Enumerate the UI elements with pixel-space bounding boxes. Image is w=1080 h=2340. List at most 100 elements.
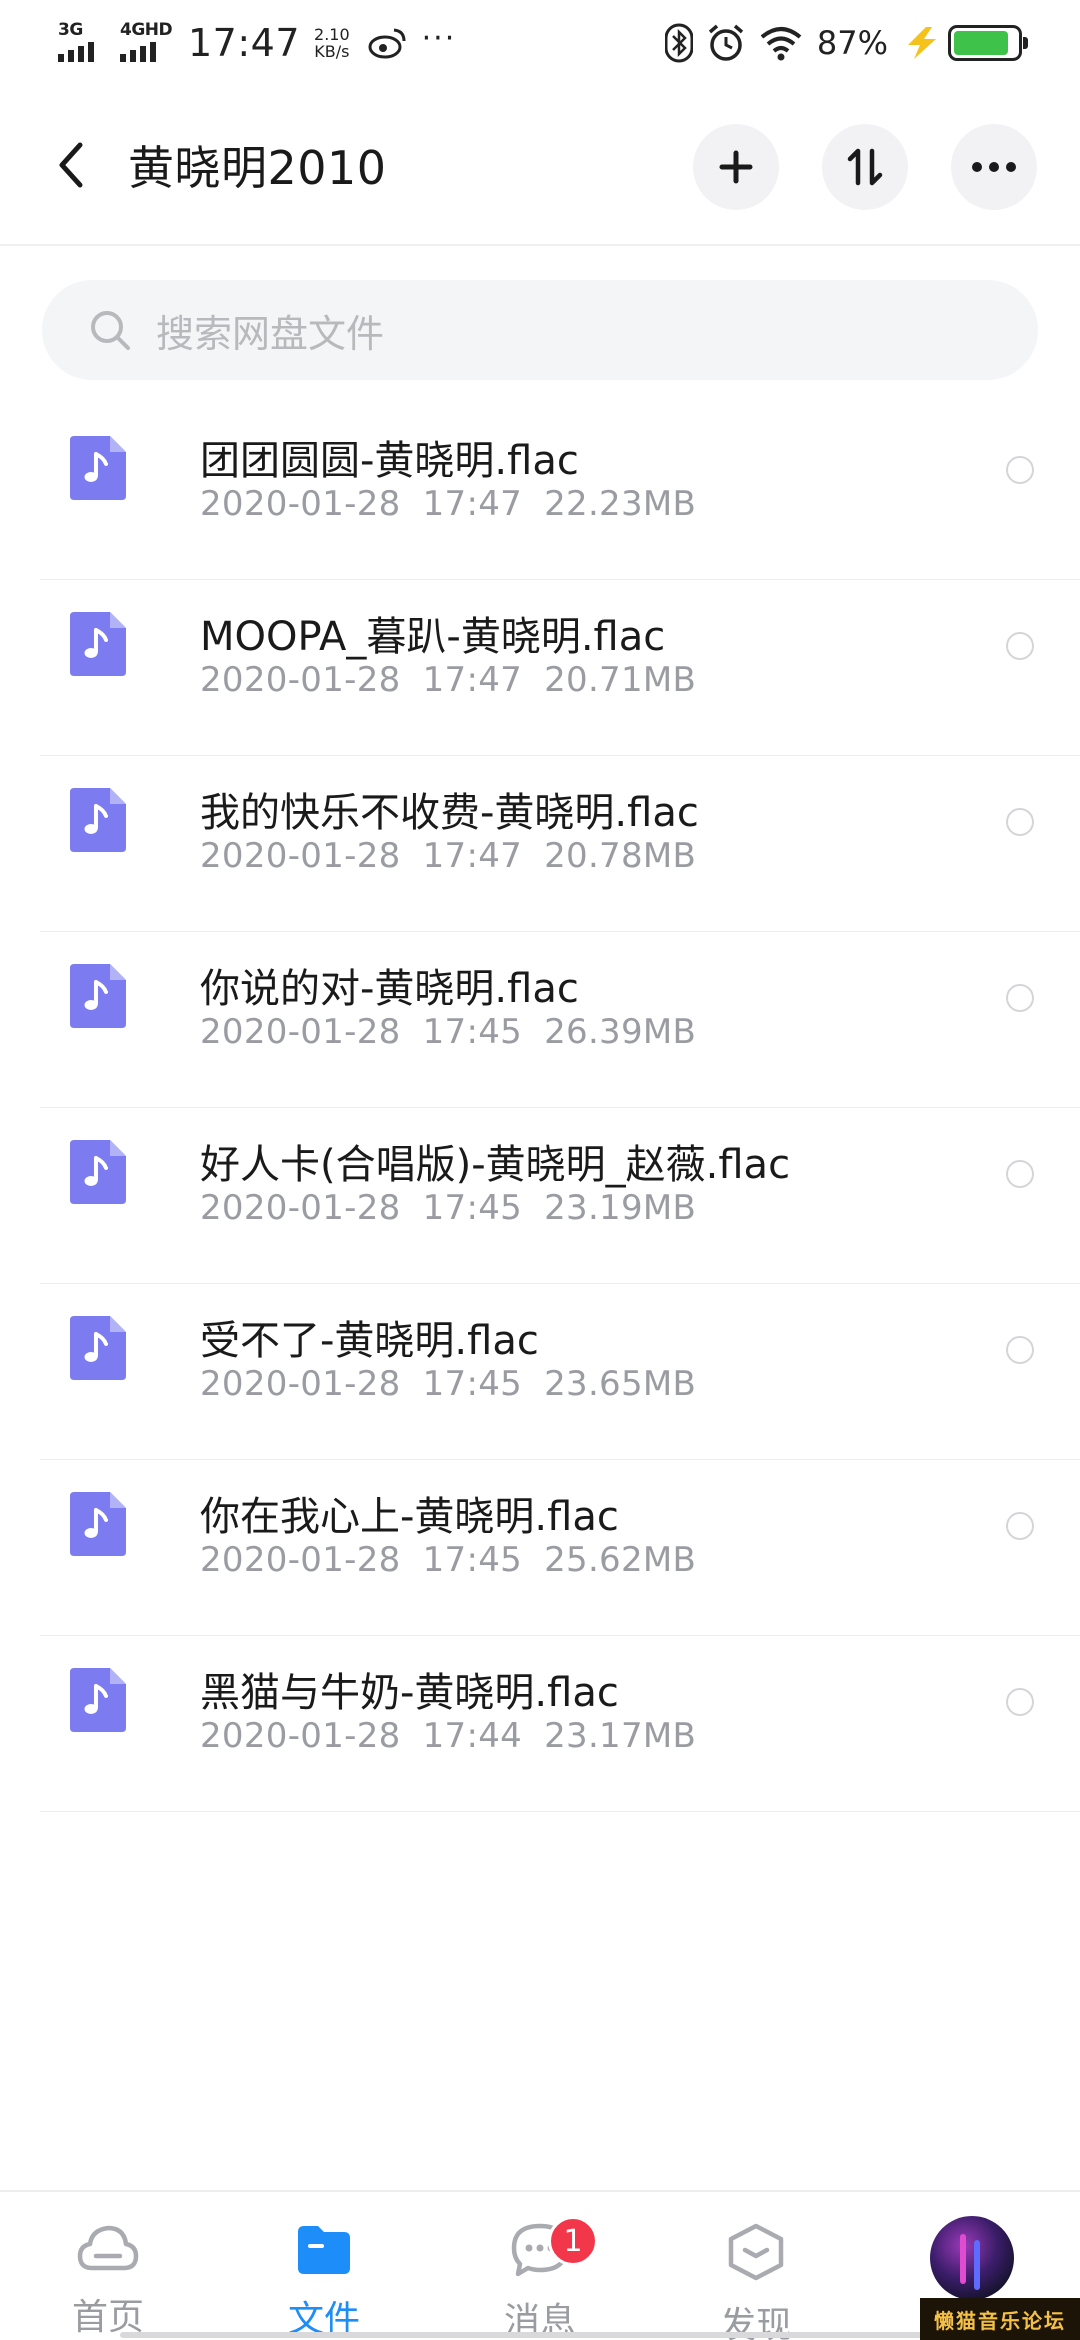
select-checkbox[interactable] (1006, 456, 1034, 484)
file-meta: 2020-01-28 17:47 22.23MB (200, 484, 718, 524)
file-row[interactable]: 团团圆圆-黄晓明.flac 2020-01-28 17:47 22.23MB (40, 404, 1080, 580)
file-name: 黑猫与牛奶-黄晓明.flac (200, 1670, 619, 1716)
speed-value: 2.10 (314, 25, 350, 44)
search-icon (91, 311, 130, 350)
file-row[interactable]: 黑猫与牛奶-黄晓明.flac 2020-01-28 17:44 23.17MB (40, 1636, 1080, 1812)
select-checkbox[interactable] (1006, 808, 1034, 836)
music-file-icon (70, 612, 126, 676)
file-name: 你说的对-黄晓明.flac (200, 966, 579, 1012)
unread-badge: 1 (548, 2216, 598, 2266)
file-row[interactable]: 受不了-黄晓明.flac 2020-01-28 17:45 23.65MB (40, 1284, 1080, 1460)
status-left: 3G 4GHD 17:47 2.10 KB/s ··· (58, 18, 456, 68)
file-name: 你在我心上-黄晓明.flac (200, 1494, 619, 1540)
tab-home[interactable]: 首页 (38, 2222, 178, 2340)
select-checkbox[interactable] (1006, 1688, 1034, 1716)
file-row[interactable]: MOOPA_暮趴-黄晓明.flac 2020-01-28 17:47 20.71MB (40, 580, 1080, 756)
back-button[interactable] (46, 134, 96, 196)
alarm-icon (708, 24, 744, 61)
more-icon (972, 162, 1016, 172)
tab-files[interactable]: 文件 (254, 2222, 394, 2340)
music-file-icon (70, 1316, 126, 1380)
file-meta: 2020-01-28 17:47 20.71MB (200, 660, 718, 700)
add-button[interactable] (693, 124, 779, 210)
file-date: 2020-01-28 (200, 1188, 401, 1228)
select-checkbox[interactable] (1006, 632, 1034, 660)
file-browser-screen: 3G 4GHD 17:47 2.10 KB/s ··· 87% 黄晓明2010 … (0, 0, 1080, 2340)
file-date: 2020-01-28 (200, 1012, 401, 1052)
file-name: 团团圆圆-黄晓明.flac (200, 438, 579, 484)
file-name: 我的快乐不收费-黄晓明.flac (200, 790, 699, 836)
status-right: 87% (651, 18, 1028, 68)
add-icon (719, 150, 753, 184)
file-date: 2020-01-28 (200, 1364, 401, 1404)
forum-watermark: 懒猫音乐论坛 (920, 2298, 1080, 2340)
top-app-bar: 黄晓明2010 (0, 90, 1080, 246)
network-speed: 2.10 KB/s (314, 26, 350, 60)
charging-icon (908, 27, 936, 59)
file-size: 23.65MB (544, 1364, 697, 1404)
file-time: 17:47 (422, 484, 523, 524)
file-meta: 2020-01-28 17:47 20.78MB (200, 836, 718, 876)
select-checkbox[interactable] (1006, 1160, 1034, 1188)
music-file-icon (70, 1668, 126, 1732)
file-size: 20.78MB (544, 836, 697, 876)
file-meta: 2020-01-28 17:45 26.39MB (200, 1012, 718, 1052)
music-file-icon (70, 1140, 126, 1204)
signal-3g-icon: 3G (58, 20, 110, 66)
tab-messages[interactable]: 1 消息 (470, 2216, 610, 2340)
file-date: 2020-01-28 (200, 836, 401, 876)
search-input[interactable]: 搜索网盘文件 (42, 280, 1038, 380)
clock: 17:47 (188, 21, 301, 65)
select-checkbox[interactable] (1006, 1512, 1034, 1540)
file-meta: 2020-01-28 17:45 25.62MB (200, 1540, 718, 1580)
music-file-icon (70, 964, 126, 1028)
music-file-icon (70, 436, 126, 500)
file-row[interactable]: 好人卡(合唱版)-黄晓明_赵薇.flac 2020-01-28 17:45 23.1… (40, 1108, 1080, 1284)
file-size: 25.62MB (544, 1540, 697, 1580)
home-indicator (120, 2332, 960, 2338)
battery-icon (948, 25, 1028, 61)
cloud-icon (77, 2225, 139, 2271)
select-checkbox[interactable] (1006, 984, 1034, 1012)
notification-more-icon: ··· (421, 20, 457, 56)
status-bar: 3G 4GHD 17:47 2.10 KB/s ··· 87% (0, 0, 1080, 90)
file-row[interactable]: 你说的对-黄晓明.flac 2020-01-28 17:45 26.39MB (40, 932, 1080, 1108)
search-placeholder: 搜索网盘文件 (156, 311, 385, 356)
bottom-tab-bar: 首页 文件 1 消息 发现 懒猫音乐论坛 (0, 2190, 1080, 2340)
speed-unit: KB/s (314, 42, 350, 61)
file-time: 17:45 (422, 1012, 523, 1052)
avatar[interactable] (930, 2216, 1014, 2300)
select-checkbox[interactable] (1006, 1336, 1034, 1364)
file-size: 23.17MB (544, 1716, 697, 1756)
file-time: 17:47 (422, 660, 523, 700)
music-file-icon (70, 788, 126, 852)
discover-icon (728, 2223, 784, 2281)
file-list: 团团圆圆-黄晓明.flac 2020-01-28 17:47 22.23MB MOO… (0, 404, 1080, 1812)
tab-discover[interactable]: 发现 (686, 2222, 826, 2340)
file-name: 好人卡(合唱版)-黄晓明_赵薇.flac (200, 1142, 791, 1188)
signal-4g-icon: 4GHD (120, 20, 173, 66)
page-title: 黄晓明2010 (128, 141, 387, 195)
file-meta: 2020-01-28 17:45 23.19MB (200, 1188, 718, 1228)
file-date: 2020-01-28 (200, 1540, 401, 1580)
file-meta: 2020-01-28 17:44 23.17MB (200, 1716, 718, 1756)
file-size: 23.19MB (544, 1188, 697, 1228)
file-row[interactable]: 我的快乐不收费-黄晓明.flac 2020-01-28 17:47 20.78MB (40, 756, 1080, 932)
music-file-icon (70, 1492, 126, 1556)
chevron-left-icon (59, 142, 83, 188)
sort-icon (847, 148, 883, 186)
file-time: 17:45 (422, 1540, 523, 1580)
file-meta: 2020-01-28 17:45 23.65MB (200, 1364, 718, 1404)
file-size: 22.23MB (544, 484, 697, 524)
sort-button[interactable] (822, 124, 908, 210)
file-time: 17:44 (422, 1716, 523, 1756)
file-date: 2020-01-28 (200, 1716, 401, 1756)
file-size: 26.39MB (544, 1012, 697, 1052)
file-name: MOOPA_暮趴-黄晓明.flac (200, 614, 666, 660)
more-options-button[interactable] (951, 124, 1037, 210)
wifi-icon (760, 27, 802, 61)
file-row[interactable]: 你在我心上-黄晓明.flac 2020-01-28 17:45 25.62MB (40, 1460, 1080, 1636)
file-size: 20.71MB (544, 660, 697, 700)
bluetooth-icon (664, 23, 693, 63)
file-time: 17:45 (422, 1188, 523, 1228)
